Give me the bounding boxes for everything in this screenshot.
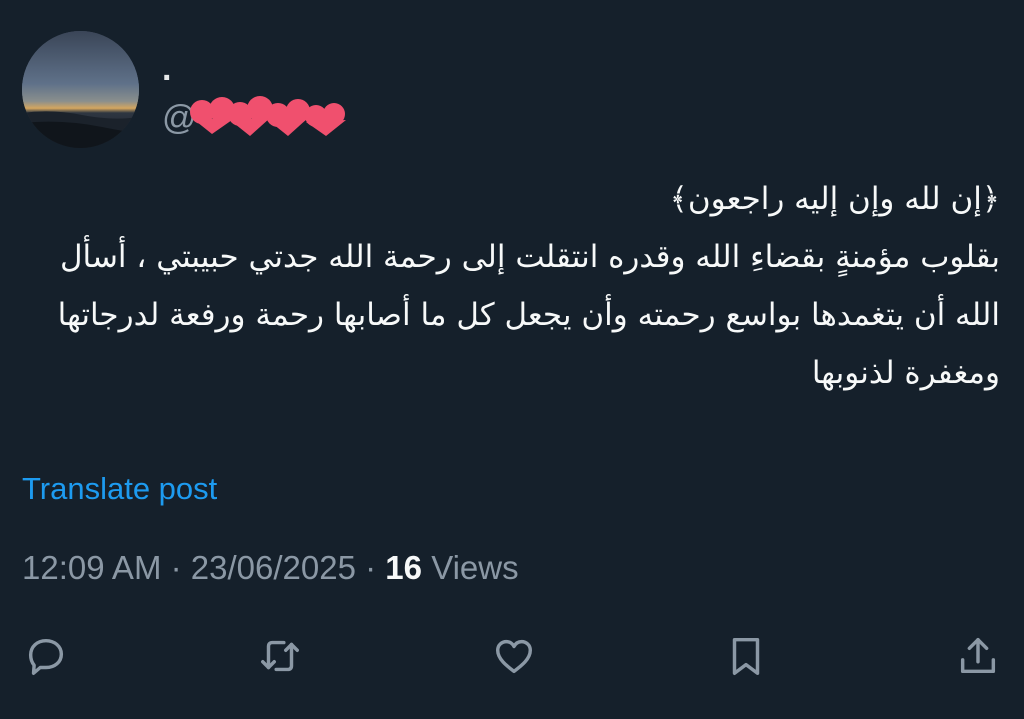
reply-button[interactable] [20, 630, 72, 682]
views-label[interactable]: Views [431, 549, 518, 586]
retweet-button[interactable] [254, 630, 306, 682]
meta-separator: · [170, 549, 182, 586]
share-button[interactable] [952, 630, 1004, 682]
redaction-hearts [190, 96, 346, 136]
bookmark-icon [732, 637, 760, 675]
display-name[interactable]: . [162, 52, 171, 86]
avatar[interactable] [22, 31, 139, 148]
post-time[interactable]: 12:09 AM [22, 549, 161, 586]
tweet-text-body: بقلوب مؤمنةٍ بقضاءِ الله وقدره انتقلت إل… [57, 239, 1000, 391]
tweet-text: ﴿إن لله وإن إليه راجعون﴾ بقلوب مؤمنةٍ بق… [20, 170, 1000, 402]
heart-icon [495, 639, 533, 674]
translate-post-link[interactable]: Translate post [22, 470, 217, 508]
reply-icon [28, 638, 64, 675]
meta-separator: · [365, 549, 377, 586]
share-icon [960, 637, 996, 674]
views-count[interactable]: 16 [385, 549, 422, 586]
post-date[interactable]: 23/06/2025 [191, 549, 356, 586]
tweet-text-line1: ﴿إن لله وإن إليه راجعون﴾ [669, 181, 1000, 217]
retweet-icon [261, 640, 299, 672]
bookmark-button[interactable] [720, 630, 772, 682]
post-meta: 12:09 AM · 23/06/2025 · 16 Views [22, 548, 519, 588]
like-button[interactable] [488, 630, 540, 682]
action-bar [0, 630, 1024, 682]
